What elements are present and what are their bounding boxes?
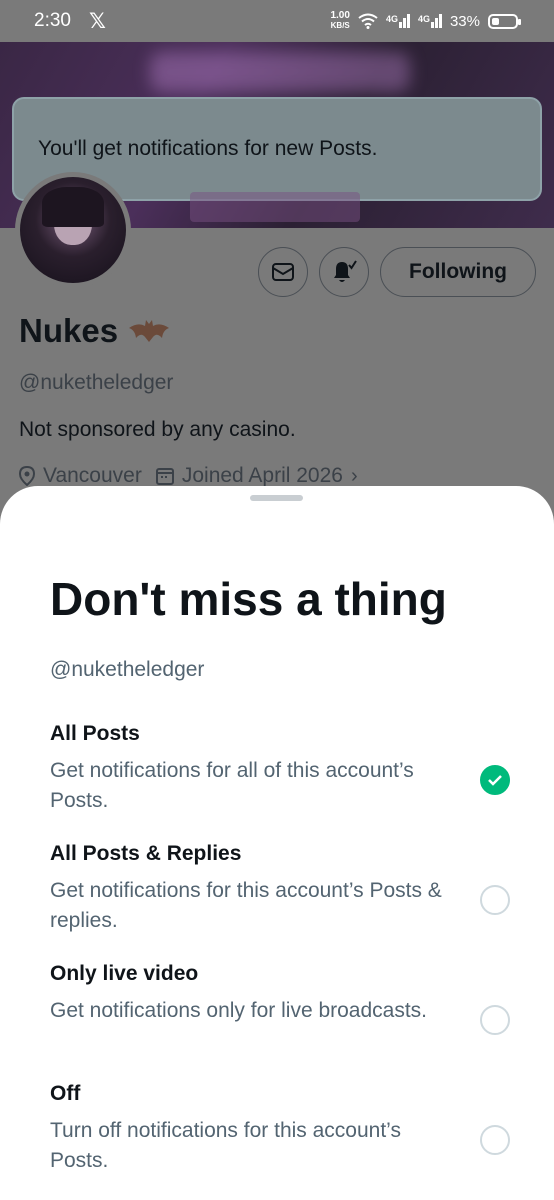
status-time: 2:30 [34,10,71,31]
location: Vancouver [19,464,142,488]
option-description: Get notifications for this account’s Pos… [50,879,442,932]
signal-icon: 4G [386,14,410,28]
battery-percent: 33% [449,12,480,30]
toast-text: You'll get notifications for new Posts. [38,137,378,160]
option-title: All Posts [50,722,140,745]
message-button[interactable] [258,247,308,297]
option-all-posts-replies[interactable]: All Posts & Replies Get notifications fo… [50,842,510,936]
option-only-live-video[interactable]: Only live video Get notifications only f… [50,962,510,1035]
joined-date: Joined April 2026 › [155,464,358,488]
notification-settings-sheet: Don't miss a thing @nuketheledger All Po… [0,486,554,1200]
sheet-title: Don't miss a thing [50,573,447,625]
chevron-right-icon: › [350,464,358,487]
option-off[interactable]: Off Turn off notifications for this acco… [50,1082,510,1176]
calendar-icon [155,468,174,485]
sheet-handle: @nuketheledger [50,658,205,681]
location-pin-icon [19,466,35,486]
status-bar: 2:30 𝕏 1.00 KB/S 4G 4G 33% [0,0,554,42]
profile-meta: Vancouver Joined April 2026 › [19,464,358,488]
radio-unselected[interactable] [480,885,510,915]
profile-name: Nukes [19,312,170,350]
option-title: Only live video [50,962,199,985]
option-title: Off [50,1082,81,1105]
option-all-posts[interactable]: All Posts Get notifications for all of t… [50,722,510,816]
radio-selected[interactable] [480,765,510,795]
following-button[interactable]: Following [380,247,536,297]
bell-check-icon [334,260,357,282]
x-logo-icon: 𝕏 [88,9,106,33]
checkmark-icon [488,775,502,786]
option-description: Get notifications only for live broadcas… [50,999,428,1022]
envelope-icon [272,263,294,281]
sheet-drag-handle[interactable] [250,495,303,501]
option-description: Get notifications for all of this accoun… [50,759,414,812]
avatar [15,172,131,288]
profile-handle: @nuketheledger [19,371,174,394]
signal-icon: 4G [418,14,442,28]
option-description: Turn off notifications for this account’… [50,1119,401,1172]
radio-unselected[interactable] [480,1125,510,1155]
profile-bio: Not sponsored by any casino. [19,418,296,441]
following-label: Following [409,260,507,283]
network-speed: 1.00 KB/S [330,10,350,31]
option-title: All Posts & Replies [50,842,242,865]
status-icons: 1.00 KB/S 4G 4G 33% [330,10,521,31]
battery-icon [488,13,521,29]
radio-unselected[interactable] [480,1005,510,1035]
wifi-icon [358,13,378,29]
notifications-button[interactable] [319,247,369,297]
bat-emoji-icon [129,320,170,342]
